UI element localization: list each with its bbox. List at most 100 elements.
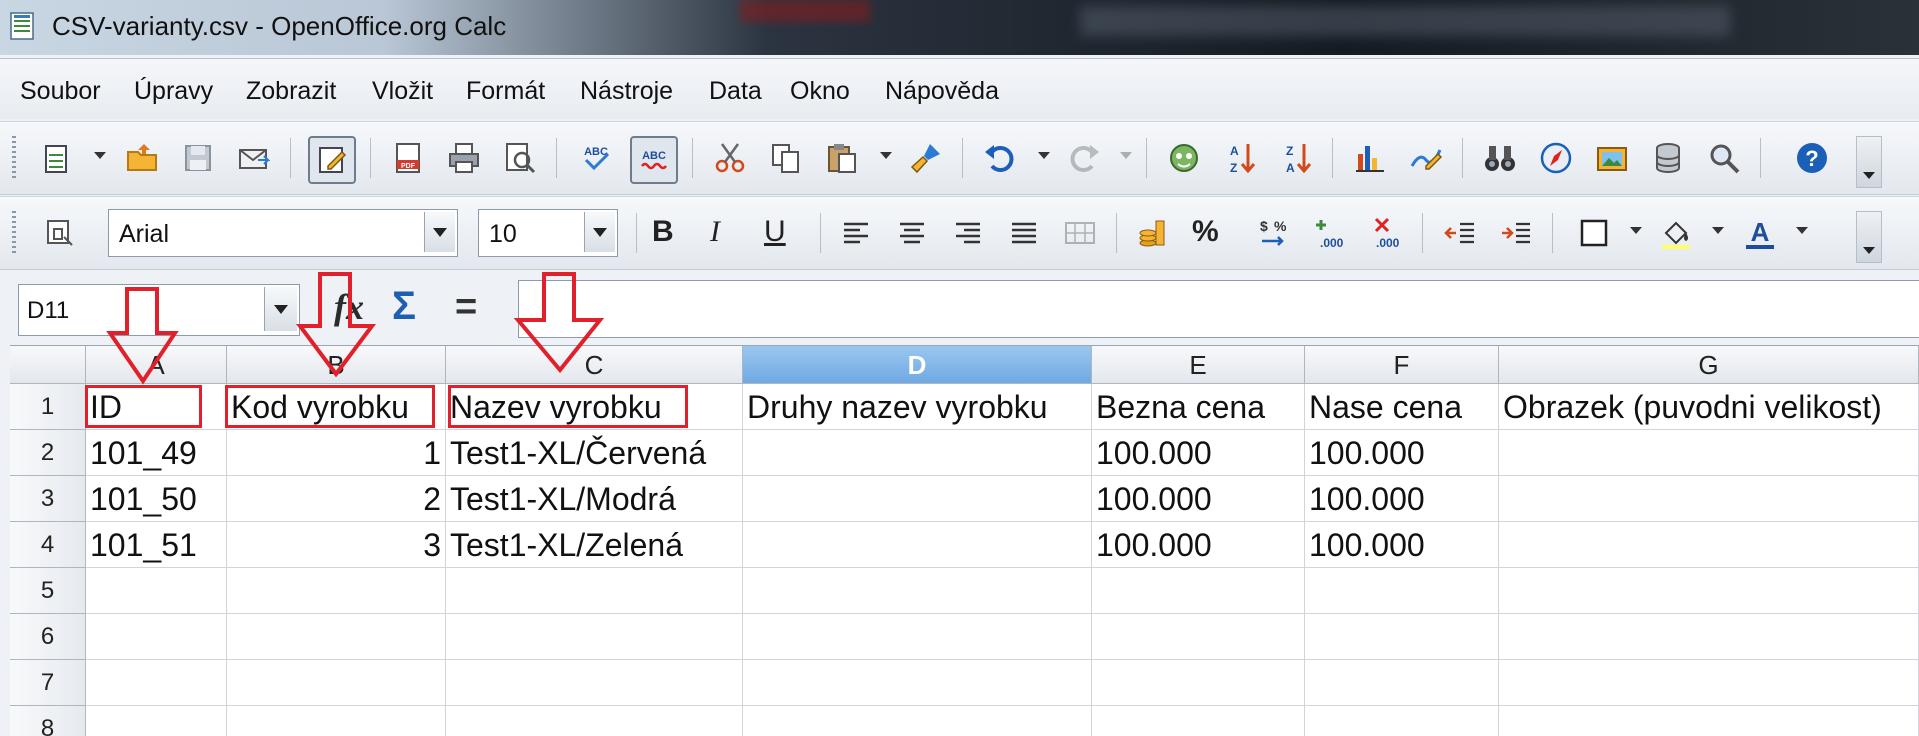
merge-cells-icon[interactable]: [1058, 211, 1102, 255]
find-replace-binoculars-icon[interactable]: [1478, 136, 1522, 180]
select-all-corner[interactable]: [10, 346, 86, 384]
cell-b8[interactable]: [227, 706, 446, 736]
cell-a7[interactable]: [86, 660, 227, 706]
cell-d8[interactable]: [743, 706, 1092, 736]
cell-f7[interactable]: [1305, 660, 1499, 706]
chevron-down-icon[interactable]: [1630, 227, 1642, 234]
cell-g4[interactable]: [1499, 522, 1919, 568]
copy-icon[interactable]: [764, 136, 808, 180]
draw-functions-icon[interactable]: [1404, 136, 1448, 180]
cell-a4[interactable]: 101_51: [86, 522, 227, 568]
styles-formatting-icon[interactable]: [38, 211, 82, 255]
cell-f6[interactable]: [1305, 614, 1499, 660]
cell-c6[interactable]: [446, 614, 743, 660]
standard-number-format-icon[interactable]: $%: [1252, 211, 1296, 255]
menu-vlozit[interactable]: Vložit: [372, 77, 433, 106]
cell-d4[interactable]: [743, 522, 1092, 568]
new-document-icon[interactable]: [34, 136, 78, 180]
toolbar-overflow-button[interactable]: [1856, 136, 1882, 188]
chevron-down-icon[interactable]: [424, 212, 455, 252]
chevron-down-icon[interactable]: [94, 152, 106, 159]
cell-e6[interactable]: [1092, 614, 1305, 660]
cell-b6[interactable]: [227, 614, 446, 660]
format-paintbrush-icon[interactable]: [904, 136, 948, 180]
menu-okno[interactable]: Okno: [790, 77, 850, 106]
chart-icon[interactable]: [1348, 136, 1392, 180]
cell-c4[interactable]: Test1-XL/Zelená: [446, 522, 743, 568]
cell-e8[interactable]: [1092, 706, 1305, 736]
cell-d5[interactable]: [743, 568, 1092, 614]
cell-g2[interactable]: [1499, 430, 1919, 476]
row-header-4[interactable]: 4: [10, 522, 86, 568]
chevron-down-icon[interactable]: [1038, 152, 1050, 159]
cell-b3[interactable]: 2: [227, 476, 446, 522]
edit-mode-icon[interactable]: [308, 136, 356, 184]
chevron-down-icon[interactable]: [1712, 227, 1724, 234]
chevron-down-icon[interactable]: [1796, 227, 1808, 234]
row-header-5[interactable]: 5: [10, 568, 86, 614]
formula-input[interactable]: [518, 280, 1919, 338]
font-name-combobox[interactable]: Arial: [108, 209, 458, 257]
chevron-down-icon[interactable]: [264, 287, 297, 331]
toolbar-overflow-button[interactable]: [1856, 211, 1882, 263]
cell-g6[interactable]: [1499, 614, 1919, 660]
cell-g5[interactable]: [1499, 568, 1919, 614]
open-folder-icon[interactable]: [120, 136, 164, 180]
menu-nastroje[interactable]: Nástroje: [580, 77, 673, 106]
auto-spellcheck-icon[interactable]: ABC: [630, 136, 678, 184]
row-header-3[interactable]: 3: [10, 476, 86, 522]
underline-icon[interactable]: U: [764, 215, 786, 249]
cell-d1[interactable]: Druhy nazev vyrobku: [743, 384, 1092, 430]
column-header-d[interactable]: D: [743, 346, 1092, 384]
menu-zobrazit[interactable]: Zobrazit: [246, 77, 336, 106]
help-icon[interactable]: ?: [1790, 136, 1834, 180]
menu-upravy[interactable]: Úpravy: [134, 77, 213, 106]
cell-e2[interactable]: 100.000: [1092, 430, 1305, 476]
row-header-6[interactable]: 6: [10, 614, 86, 660]
add-decimal-icon[interactable]: .000: [1308, 211, 1352, 255]
cell-d7[interactable]: [743, 660, 1092, 706]
paste-icon[interactable]: [820, 136, 864, 180]
cell-a3[interactable]: 101_50: [86, 476, 227, 522]
percent-format-icon[interactable]: %: [1192, 215, 1219, 249]
increase-indent-icon[interactable]: [1494, 211, 1538, 255]
decrease-indent-icon[interactable]: [1438, 211, 1482, 255]
save-icon[interactable]: [176, 136, 220, 180]
row-header-1[interactable]: 1: [10, 384, 86, 430]
column-header-e[interactable]: E: [1092, 346, 1305, 384]
align-left-icon[interactable]: [834, 211, 878, 255]
cell-b5[interactable]: [227, 568, 446, 614]
cell-f2[interactable]: 100.000: [1305, 430, 1499, 476]
row-header-8[interactable]: 8: [10, 706, 86, 736]
redo-icon[interactable]: [1062, 136, 1106, 180]
cell-e3[interactable]: 100.000: [1092, 476, 1305, 522]
cell-g7[interactable]: [1499, 660, 1919, 706]
sort-descending-icon[interactable]: ZA: [1274, 136, 1318, 180]
menu-format[interactable]: Formát: [466, 77, 545, 106]
cell-e1[interactable]: Bezna cena: [1092, 384, 1305, 430]
data-sources-icon[interactable]: [1646, 136, 1690, 180]
cell-g1[interactable]: Obrazek (puvodni velikost): [1499, 384, 1919, 430]
export-pdf-icon[interactable]: PDF: [386, 136, 430, 180]
cell-g3[interactable]: [1499, 476, 1919, 522]
gallery-icon[interactable]: [1590, 136, 1634, 180]
navigator-icon[interactable]: [1162, 136, 1206, 180]
cell-a6[interactable]: [86, 614, 227, 660]
spellcheck-icon[interactable]: ABC: [574, 136, 618, 180]
chevron-down-icon[interactable]: [880, 152, 892, 159]
menu-napoveda[interactable]: Nápověda: [885, 77, 999, 106]
undo-icon[interactable]: [978, 136, 1022, 180]
cell-e7[interactable]: [1092, 660, 1305, 706]
navigator-compass-icon[interactable]: [1534, 136, 1578, 180]
row-header-2[interactable]: 2: [10, 430, 86, 476]
cell-f5[interactable]: [1305, 568, 1499, 614]
cell-c2[interactable]: Test1-XL/Červená: [446, 430, 743, 476]
chevron-down-icon[interactable]: [1120, 152, 1132, 159]
sum-icon[interactable]: Σ: [392, 284, 416, 329]
function-equals-icon[interactable]: =: [455, 286, 477, 329]
column-header-f[interactable]: F: [1305, 346, 1499, 384]
print-icon[interactable]: [442, 136, 486, 180]
justify-icon[interactable]: [1002, 211, 1046, 255]
cell-g8[interactable]: [1499, 706, 1919, 736]
align-center-icon[interactable]: [890, 211, 934, 255]
